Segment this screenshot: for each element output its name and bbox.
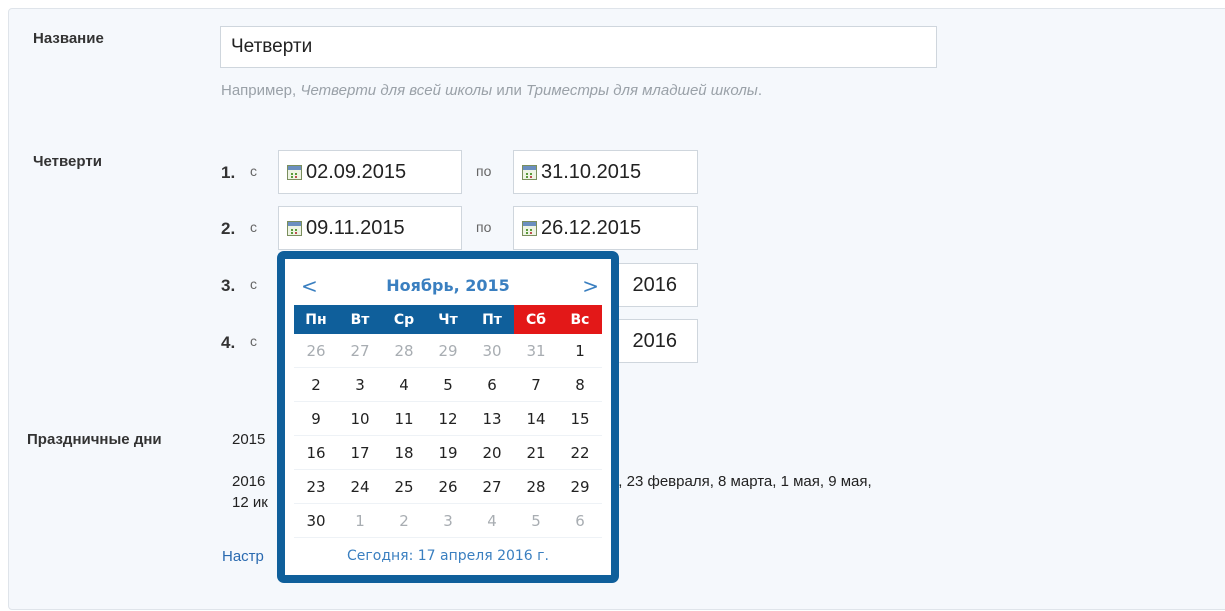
calendar-day[interactable]: 21: [514, 435, 558, 470]
name-input[interactable]: [220, 26, 937, 68]
holidays-2016-dates: ря, 23 февраля, 8 марта, 1 мая, 9 мая,: [602, 473, 872, 490]
calendar-day[interactable]: 1: [558, 334, 602, 368]
calendar-day[interactable]: 14: [514, 401, 558, 436]
calendar-day[interactable]: 7: [514, 367, 558, 402]
calendar-day[interactable]: 11: [382, 401, 426, 436]
calendar-day[interactable]: 22: [558, 435, 602, 470]
calendar-day[interactable]: 28: [514, 469, 558, 504]
calendar-icon[interactable]: [522, 164, 537, 180]
calendar-day[interactable]: 12: [426, 401, 470, 436]
quarter-4-number: 4.: [221, 333, 236, 352]
calendar-today-link[interactable]: Сегодня: 17 апреля 2016 г.: [285, 548, 611, 564]
calendar-day[interactable]: 3: [426, 503, 470, 538]
calendar-icon[interactable]: [287, 220, 302, 236]
calendar-day[interactable]: 19: [426, 435, 470, 470]
calendar-header: < Ноябрь, 2015 >: [293, 275, 603, 297]
calendar-day[interactable]: 25: [382, 469, 426, 504]
quarter-4-from-word: с: [250, 333, 257, 349]
calendar-day[interactable]: 6: [558, 503, 602, 538]
calendar-day[interactable]: 16: [294, 435, 338, 470]
calendar-day[interactable]: 15: [558, 401, 602, 436]
calendar-day[interactable]: 31: [514, 334, 558, 368]
calendar-day[interactable]: 9: [294, 401, 338, 436]
calendar-day[interactable]: 29: [558, 469, 602, 504]
calendar-day[interactable]: 17: [338, 435, 382, 470]
calendar-week-row: 2 3 4 5 6 7 8: [294, 367, 602, 402]
weekday-mon: Пн: [294, 305, 338, 334]
quarter-1-to-word: по: [476, 163, 492, 179]
calendar-day[interactable]: 27: [470, 469, 514, 504]
calendar-icon[interactable]: [287, 164, 302, 180]
quarter-3-from-word: с: [250, 276, 257, 292]
quarter-2-to-word: по: [476, 219, 492, 235]
calendar-week-row: 23 24 25 26 27 28 29: [294, 469, 602, 504]
holidays-label: Праздничные дни: [27, 431, 162, 448]
calendar-day[interactable]: 1: [338, 503, 382, 538]
quarter-2-start-date[interactable]: 09.11.2015: [278, 206, 462, 250]
next-month-button[interactable]: >: [582, 275, 599, 297]
calendar-day[interactable]: 5: [514, 503, 558, 538]
calendar-day[interactable]: 8: [558, 367, 602, 402]
calendar-week-row: 26 27 28 29 30 31 1: [294, 334, 602, 368]
calendar-month-title: Ноябрь, 2015: [386, 276, 510, 295]
calendar-grid: Пн Вт Ср Чт Пт Сб Вс 26 27 28 29 30 31 1…: [294, 305, 602, 538]
quarter-2-end-date[interactable]: 26.12.2015: [513, 206, 698, 250]
calendar-day[interactable]: 4: [382, 367, 426, 402]
calendar-week-row: 16 17 18 19 20 21 22: [294, 435, 602, 470]
weekday-fri: Пт: [470, 305, 514, 334]
calendar-day[interactable]: 18: [382, 435, 426, 470]
weekday-sat: Сб: [514, 305, 558, 334]
holidays-2015-year: 2015: [232, 431, 266, 448]
quarters-label: Четверти: [33, 153, 102, 170]
calendar-week-row: 9 10 11 12 13 14 15: [294, 401, 602, 436]
calendar-day[interactable]: 2: [382, 503, 426, 538]
datepicker-popup: < Ноябрь, 2015 > Пн Вт Ср Чт Пт Сб Вс 26…: [277, 251, 619, 583]
calendar-day[interactable]: 4: [470, 503, 514, 538]
calendar-day[interactable]: 6: [470, 367, 514, 402]
hint-example-1: Четверти для всей школы: [300, 82, 493, 99]
calendar-day[interactable]: 27: [338, 334, 382, 368]
weekday-thu: Чт: [426, 305, 470, 334]
weekday-sun: Вс: [558, 305, 602, 334]
quarter-1-end-date[interactable]: 31.10.2015: [513, 150, 698, 194]
calendar-day[interactable]: 3: [338, 367, 382, 402]
calendar-day[interactable]: 23: [294, 469, 338, 504]
quarter-1-number: 1.: [221, 163, 236, 182]
quarter-1-from-word: с: [250, 163, 257, 179]
name-hint: Например, Четверти для всей школы или Тр…: [221, 82, 763, 99]
quarter-1-start-date[interactable]: 02.09.2015: [278, 150, 462, 194]
calendar-day[interactable]: 13: [470, 401, 514, 436]
quarter-3-number: 3.: [221, 276, 236, 295]
calendar-day[interactable]: 30: [294, 503, 338, 538]
quarter-2-from-word: с: [250, 219, 257, 235]
holidays-2016-dates-cont: 12 ик: [232, 494, 268, 511]
calendar-day[interactable]: 26: [294, 334, 338, 368]
calendar-day[interactable]: 26: [426, 469, 470, 504]
calendar-day[interactable]: 28: [382, 334, 426, 368]
calendar-week-row: 30 1 2 3 4 5 6: [294, 503, 602, 538]
calendar-day[interactable]: 2: [294, 367, 338, 402]
calendar-day[interactable]: 29: [426, 334, 470, 368]
calendar-icon[interactable]: [522, 220, 537, 236]
calendar-day[interactable]: 5: [426, 367, 470, 402]
weekday-header-row: Пн Вт Ср Чт Пт Сб Вс: [294, 305, 602, 334]
holidays-2016-year: 2016: [232, 473, 266, 490]
weekday-wed: Ср: [382, 305, 426, 334]
settings-link[interactable]: Настр: [222, 548, 264, 565]
hint-example-2: Триместры для младшей школы: [526, 82, 758, 99]
calendar-day[interactable]: 20: [470, 435, 514, 470]
name-label: Название: [33, 30, 104, 47]
quarter-2-number: 2.: [221, 219, 236, 238]
calendar-day[interactable]: 30: [470, 334, 514, 368]
weekday-tue: Вт: [338, 305, 382, 334]
calendar-day[interactable]: 10: [338, 401, 382, 436]
calendar-day[interactable]: 24: [338, 469, 382, 504]
